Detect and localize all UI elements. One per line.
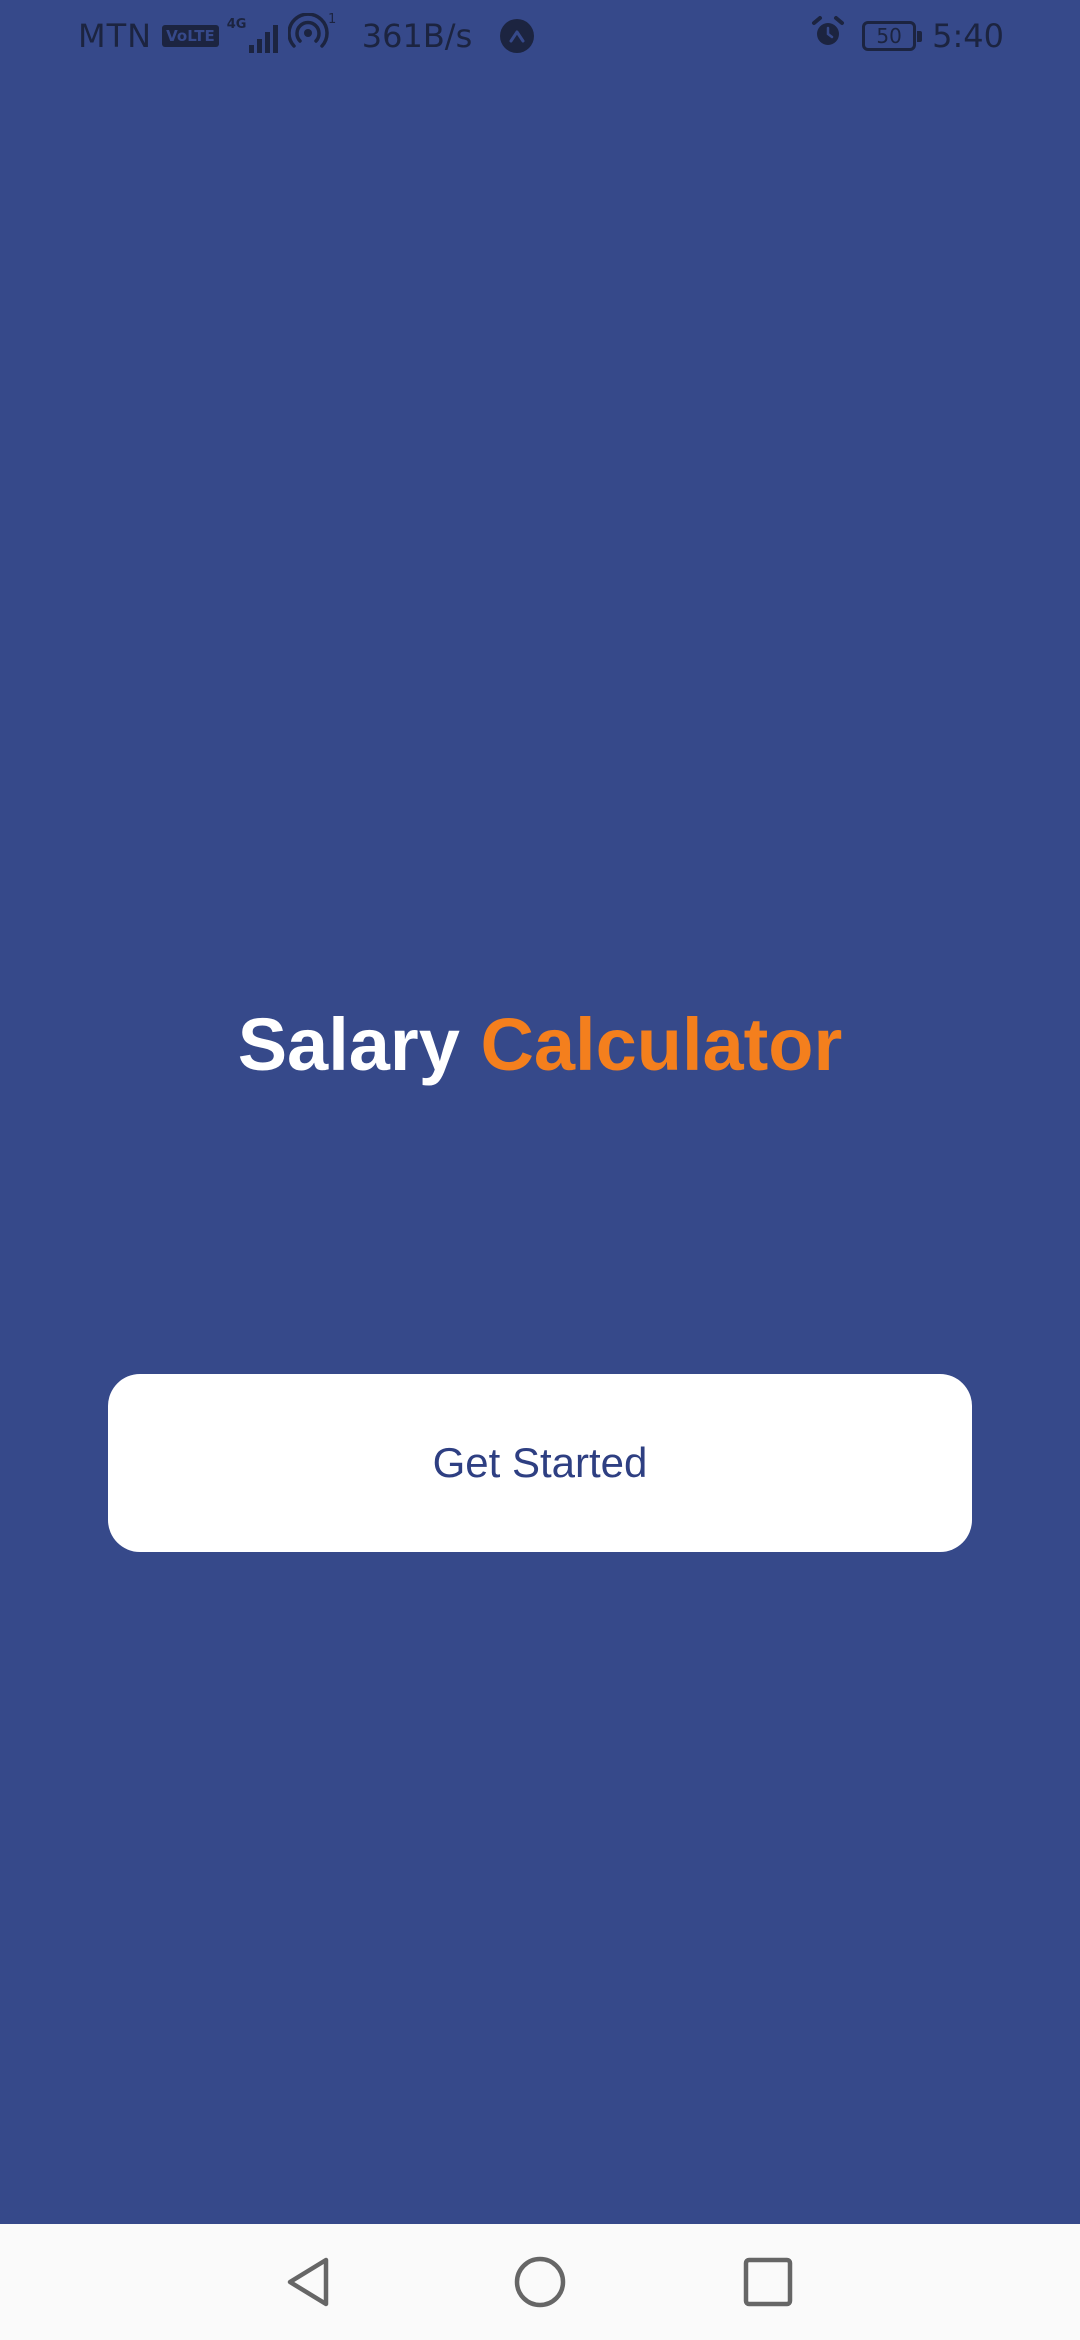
home-icon[interactable] — [506, 2248, 574, 2316]
app-title-salary: Salary — [237, 1003, 460, 1086]
alarm-icon — [810, 14, 846, 58]
app-notification-icon — [500, 19, 535, 53]
navigation-bar — [0, 2224, 1080, 2340]
volte-icon: VoLTE — [162, 25, 219, 47]
battery-level: 50 — [876, 24, 902, 48]
clock: 5:40 — [932, 17, 1004, 55]
carrier-name: MTN — [78, 17, 153, 55]
network-type-label: 4G — [226, 17, 247, 32]
status-bar: MTN VoLTE 4G 1 361B/s 50 5:40 — [0, 0, 1080, 72]
status-bar-right: 50 5:40 — [810, 12, 1004, 60]
network-speed: 361B/s — [361, 17, 473, 55]
battery-icon: 50 — [862, 21, 923, 51]
hotspot-icon: 1 — [287, 12, 336, 59]
back-icon[interactable] — [274, 2248, 342, 2316]
recents-icon[interactable] — [734, 2248, 802, 2316]
get-started-label: Get Started — [432, 1439, 648, 1486]
app-title: Salary Calculator — [0, 1000, 1080, 1090]
app-title-calculator: Calculator — [480, 1003, 843, 1086]
hotspot-count: 1 — [328, 13, 336, 27]
get-started-button[interactable]: Get Started — [108, 1374, 972, 1552]
status-bar-left: MTN VoLTE 4G 1 361B/s — [78, 12, 535, 60]
signal-icon: 4G — [226, 17, 278, 53]
